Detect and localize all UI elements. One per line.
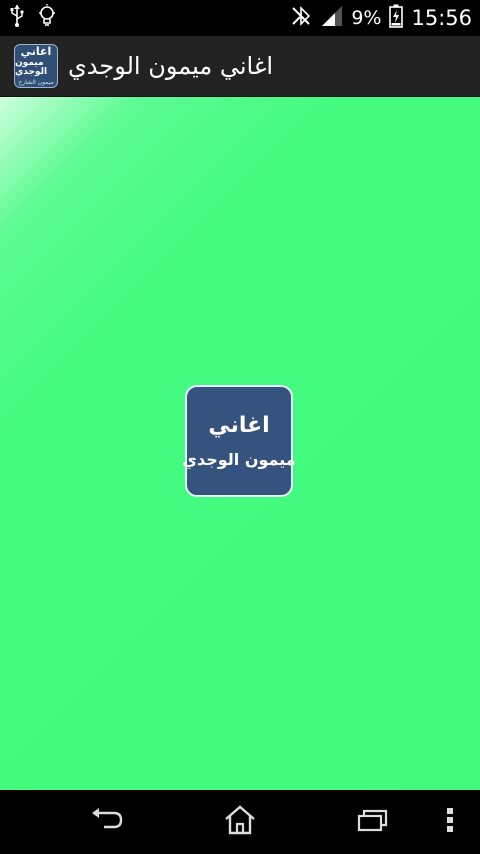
battery-charging-icon: [389, 4, 404, 32]
home-icon: [223, 805, 257, 839]
overflow-menu-button[interactable]: [425, 802, 475, 842]
screen: 9% 15:56 اغاني ميمون الوجدي ميمون الشارخ…: [0, 0, 480, 854]
bulb-icon: [38, 4, 56, 32]
app-icon-line2: ميمون الوجدي: [15, 58, 48, 77]
home-button[interactable]: [210, 802, 270, 842]
signal-icon: [321, 5, 343, 31]
nav-bar: [0, 790, 480, 854]
clock: 15:56: [411, 6, 472, 30]
battery-percent: 9%: [351, 7, 382, 29]
back-button[interactable]: [77, 802, 137, 842]
app-icon[interactable]: اغاني ميمون الوجدي ميمون الشارخ: [14, 44, 58, 88]
usb-icon: [10, 4, 24, 32]
status-right: 9% 15:56: [289, 4, 472, 32]
splash-content: اغاني ميمون الوجدي: [0, 97, 480, 790]
status-bar: 9% 15:56: [0, 0, 480, 36]
app-icon-line1: اغاني: [20, 45, 52, 58]
logo-line1: اغاني: [208, 413, 270, 439]
app-icon-line3: ميمون الشارخ: [18, 79, 54, 86]
logo-line2: ميمون الوجدي: [182, 449, 296, 469]
app-title: اغاني ميمون الوجدي: [68, 52, 274, 80]
recents-icon: [357, 808, 389, 836]
center-logo: اغاني ميمون الوجدي: [182, 385, 296, 497]
menu-icon: [446, 807, 454, 837]
mute-icon: [289, 4, 313, 32]
back-icon: [90, 807, 124, 837]
recents-button[interactable]: [343, 802, 403, 842]
action-bar: اغاني ميمون الوجدي ميمون الشارخ اغاني مي…: [0, 36, 480, 98]
status-left: [10, 4, 56, 32]
